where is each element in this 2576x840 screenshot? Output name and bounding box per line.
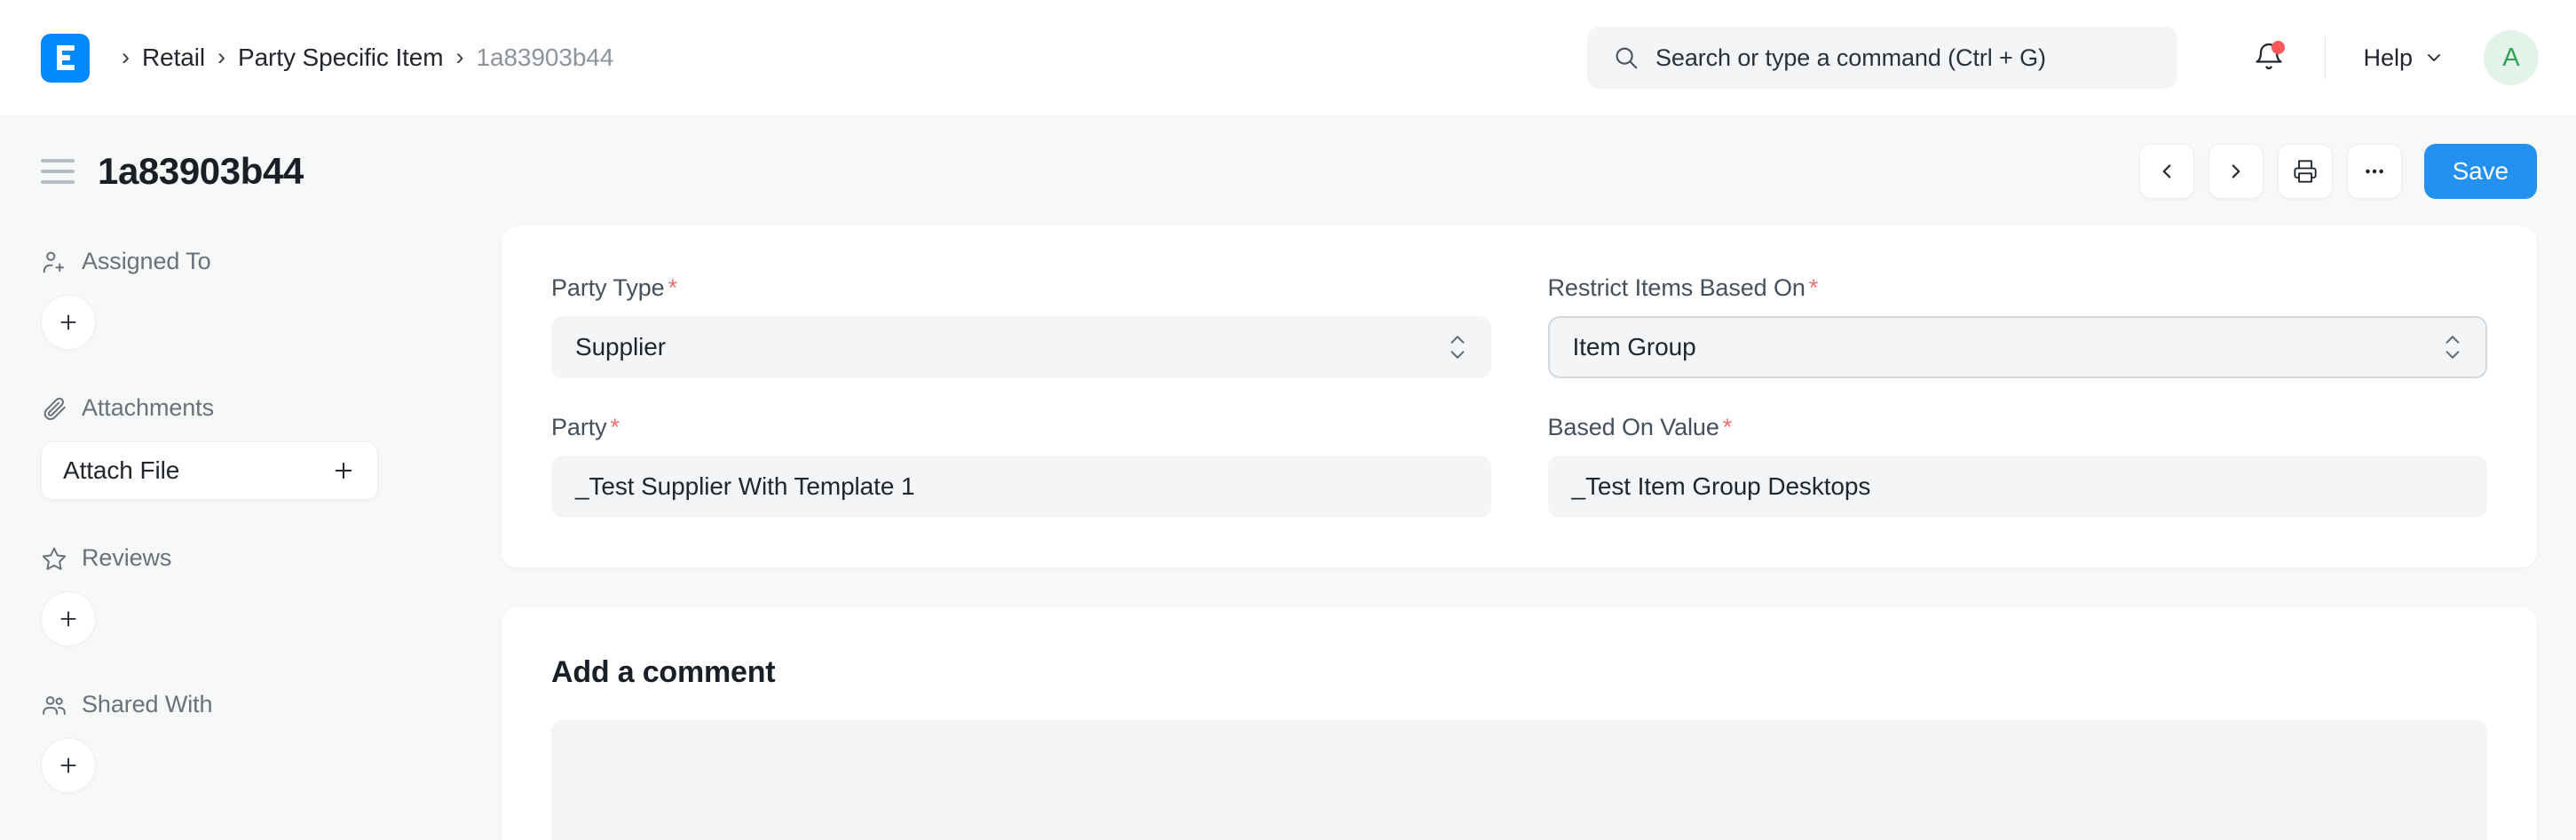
chevron-down-icon [2423, 47, 2445, 68]
form-main-column: Party Type* Supplier Restrict Items Base… [462, 226, 2537, 840]
form-sidebar: Assigned To Attachments Attach File [41, 226, 462, 840]
hamburger-menu-icon[interactable] [41, 159, 75, 184]
next-document-button[interactable] [2209, 144, 2264, 199]
sidebar-label-shared-with: Shared With [82, 691, 212, 718]
page-title: 1a83903b44 [98, 150, 304, 193]
comment-card: Add a comment [502, 607, 2537, 840]
field-based-on-value: Based On Value* _Test Item Group Desktop… [1548, 414, 2488, 518]
user-plus-icon [41, 249, 67, 275]
party-input[interactable]: _Test Supplier With Template 1 [551, 456, 1491, 518]
plus-icon [331, 458, 356, 483]
avatar-initial: A [2502, 44, 2520, 73]
breadcrumb-separator: › [456, 45, 464, 69]
field-label-party-type: Party Type* [551, 274, 1491, 302]
party-type-select[interactable]: Supplier [551, 316, 1491, 378]
page-header-actions: Save [2139, 144, 2537, 199]
printer-icon [2293, 159, 2318, 184]
comment-input[interactable] [551, 720, 2487, 840]
navbar-divider [2325, 36, 2326, 79]
search-icon [1613, 44, 1640, 71]
party-value: _Test Supplier With Template 1 [575, 472, 914, 501]
field-restrict-items-based-on: Restrict Items Based On* Item Group [1548, 274, 2488, 378]
based-on-value-input[interactable]: _Test Item Group Desktops [1548, 456, 2488, 518]
plus-icon [57, 607, 80, 630]
navbar-right-group: Help A [2245, 0, 2539, 115]
sidebar-section-header: Attachments [41, 394, 462, 422]
help-menu[interactable]: Help [2358, 39, 2450, 77]
restrict-items-based-on-select[interactable]: Item Group [1548, 316, 2488, 378]
required-marker: * [611, 414, 620, 440]
chevron-left-icon [2155, 160, 2178, 183]
navbar-left-group: › Retail › Party Specific Item › 1a83903… [41, 34, 613, 83]
more-actions-button[interactable] [2347, 144, 2402, 199]
search-input[interactable]: Search or type a command (Ctrl + G) [1587, 27, 2177, 89]
breadcrumb-item-current: 1a83903b44 [477, 44, 614, 72]
sidebar-label-assigned-to: Assigned To [82, 248, 211, 275]
paperclip-icon [41, 395, 67, 422]
required-marker: * [1809, 274, 1818, 301]
field-party-type: Party Type* Supplier [551, 274, 1491, 378]
star-icon [41, 545, 67, 572]
plus-icon [57, 754, 80, 777]
sidebar-section-shared-with: Shared With [41, 691, 462, 793]
erpnext-logo-icon[interactable] [41, 34, 90, 83]
party-type-value: Supplier [575, 333, 666, 361]
sidebar-section-assigned-to: Assigned To [41, 248, 462, 350]
form-details-card: Party Type* Supplier Restrict Items Base… [502, 226, 2537, 567]
add-assignment-button[interactable] [41, 295, 96, 350]
field-label-based-on-value: Based On Value* [1548, 414, 2488, 441]
restrict-items-based-on-value: Item Group [1573, 333, 1696, 361]
help-label: Help [2363, 44, 2413, 72]
page-body: Assigned To Attachments Attach File [0, 226, 2576, 840]
required-marker: * [1723, 414, 1732, 440]
attach-file-label: Attach File [63, 456, 179, 485]
ellipsis-icon [2362, 159, 2387, 184]
sidebar-section-attachments: Attachments Attach File [41, 394, 462, 500]
previous-document-button[interactable] [2139, 144, 2194, 199]
sidebar-label-reviews: Reviews [82, 544, 171, 572]
field-label-restrict-items-based-on: Restrict Items Based On* [1548, 274, 2488, 302]
field-label-party: Party* [551, 414, 1491, 441]
breadcrumb-separator: › [122, 45, 130, 69]
page-header: 1a83903b44 [0, 116, 2576, 226]
plus-icon [57, 311, 80, 334]
breadcrumb-separator: › [217, 45, 225, 69]
top-navbar: › Retail › Party Specific Item › 1a83903… [0, 0, 2576, 116]
breadcrumb: › Retail › Party Specific Item › 1a83903… [109, 44, 613, 72]
chevron-right-icon [2224, 160, 2248, 183]
sidebar-section-header: Shared With [41, 691, 462, 718]
sidebar-section-header: Reviews [41, 544, 462, 572]
based-on-value-value: _Test Item Group Desktops [1572, 472, 1871, 501]
required-marker: * [668, 274, 677, 301]
breadcrumb-item-retail[interactable]: Retail [142, 44, 205, 72]
sidebar-label-attachments: Attachments [82, 394, 214, 422]
avatar[interactable]: A [2484, 30, 2539, 85]
sidebar-section-header: Assigned To [41, 248, 462, 275]
breadcrumb-item-party-specific-item[interactable]: Party Specific Item [238, 44, 444, 72]
print-button[interactable] [2278, 144, 2333, 199]
save-button[interactable]: Save [2424, 144, 2537, 199]
search-placeholder: Search or type a command (Ctrl + G) [1655, 44, 2046, 72]
sidebar-section-reviews: Reviews [41, 544, 462, 646]
global-search[interactable]: Search or type a command (Ctrl + G) [1587, 27, 2177, 89]
field-party: Party* _Test Supplier With Template 1 [551, 414, 1491, 518]
select-stepper-icon [1448, 334, 1467, 361]
notifications-button[interactable] [2245, 34, 2293, 82]
form-field-grid: Party Type* Supplier Restrict Items Base… [551, 274, 2487, 518]
attach-file-button[interactable]: Attach File [41, 441, 378, 500]
add-review-button[interactable] [41, 591, 96, 646]
add-comment-heading: Add a comment [551, 655, 2487, 690]
add-share-button[interactable] [41, 738, 96, 793]
select-stepper-icon [2443, 334, 2462, 361]
users-icon [41, 692, 67, 718]
